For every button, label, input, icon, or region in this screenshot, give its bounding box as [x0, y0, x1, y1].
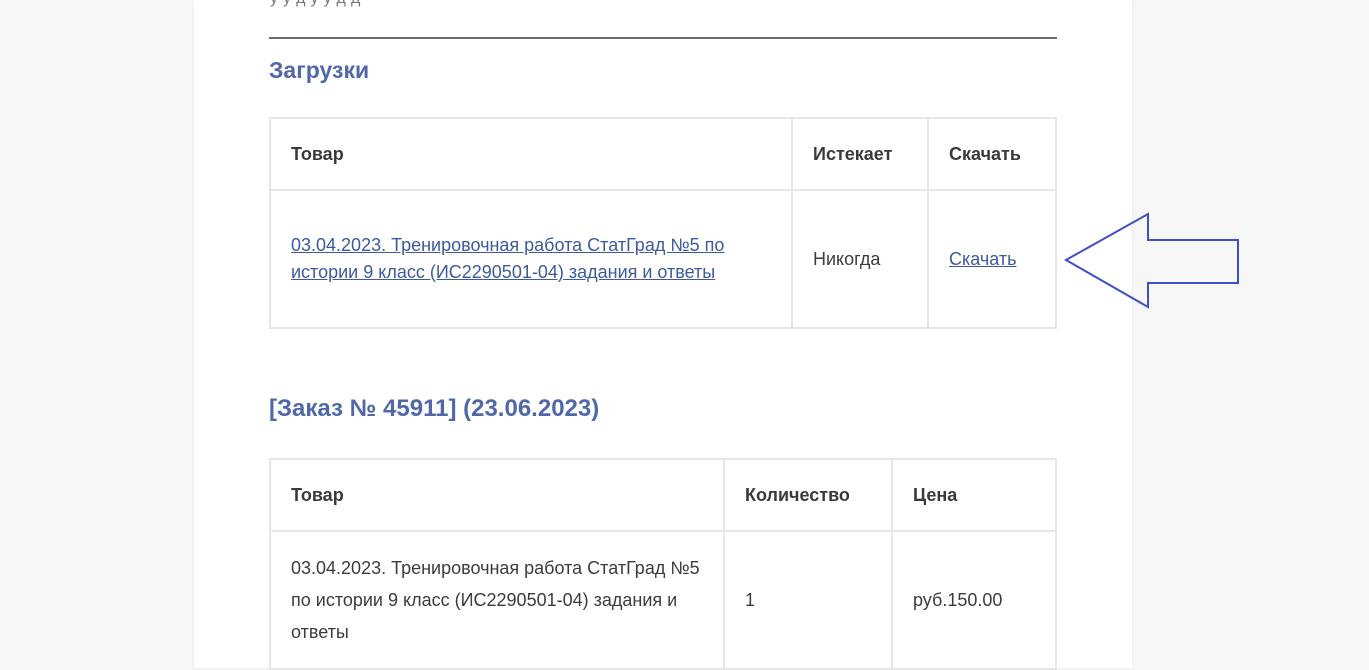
download-link[interactable]: Скачать	[949, 249, 1017, 269]
column-header-product: Товар	[269, 117, 793, 191]
column-header-product: Товар	[269, 458, 725, 532]
table-row: 03.04.2023. Тренировочная работа СтатГра…	[269, 189, 1057, 329]
table-row: 03.04.2023. Тренировочная работа СтатГра…	[269, 530, 1057, 670]
product-cell: 03.04.2023. Тренировочная работа СтатГра…	[269, 530, 725, 670]
downloads-table: Товар Истекает Скачать 03.04.2023. Трени…	[269, 117, 1057, 329]
column-header-expires: Истекает	[791, 117, 929, 191]
downloads-title: Загрузки	[269, 57, 370, 83]
price-cell: руб.150.00	[891, 530, 1057, 670]
cut-off-text: у у д у у д д	[270, 0, 361, 8]
column-header-quantity: Количество	[723, 458, 893, 532]
table-header-row: Товар Истекает Скачать	[269, 117, 1057, 191]
order-title: [Заказ № 45911] (23.06.2023)	[269, 395, 600, 422]
quantity-cell: 1	[723, 530, 893, 670]
table-header-row: Товар Количество Цена	[269, 458, 1057, 532]
order-table: Товар Количество Цена 03.04.2023. Тренир…	[269, 458, 1057, 670]
product-cell: 03.04.2023. Тренировочная работа СтатГра…	[269, 189, 793, 329]
left-arrow-outline-icon	[1063, 212, 1239, 309]
download-cell: Скачать	[927, 189, 1057, 329]
column-header-download: Скачать	[927, 117, 1057, 191]
column-header-price: Цена	[891, 458, 1057, 532]
product-link[interactable]: 03.04.2023. Тренировочная работа СтатГра…	[291, 235, 724, 282]
section-divider	[269, 37, 1057, 39]
expires-cell: Никогда	[791, 189, 929, 329]
